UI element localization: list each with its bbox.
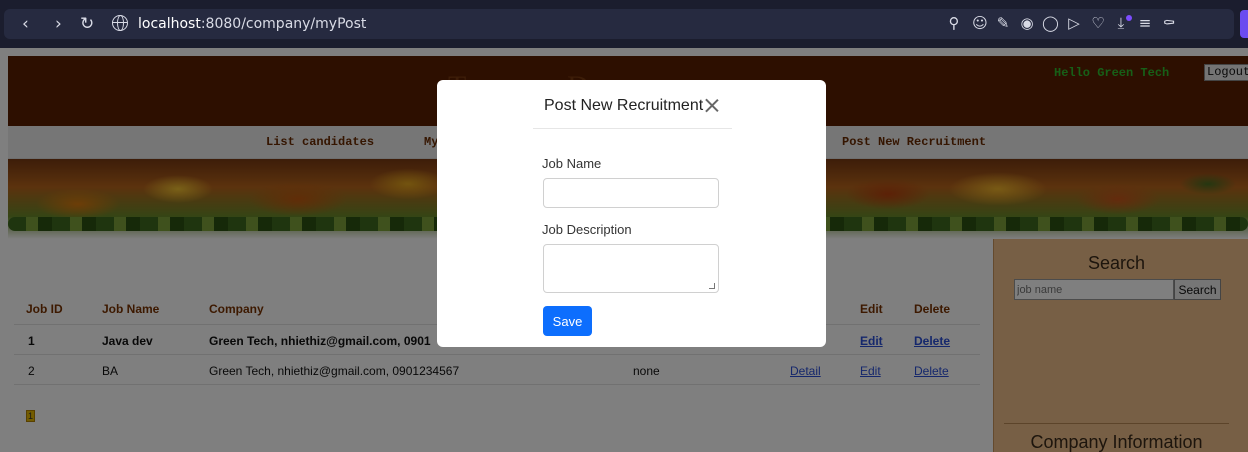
job-description-label: Job Description xyxy=(542,222,632,237)
job-name-input[interactable] xyxy=(543,178,719,208)
close-icon[interactable] xyxy=(704,97,720,113)
modal-divider xyxy=(533,128,732,129)
emoji-icon[interactable]: ☺ xyxy=(972,15,988,31)
menu-icon[interactable]: ≡ xyxy=(1137,15,1153,31)
back-icon[interactable]: ‹ xyxy=(22,14,29,34)
url-text[interactable]: localhost:8080/company/myPost xyxy=(138,16,366,32)
search-icon[interactable]: ⚲ xyxy=(946,15,962,31)
extension-icon[interactable] xyxy=(1240,10,1248,38)
notification-dot-icon xyxy=(1126,15,1132,21)
shield-icon[interactable]: ◯ xyxy=(1042,15,1059,31)
reload-icon[interactable]: ↻ xyxy=(80,14,94,34)
url-host: localhost xyxy=(138,16,201,32)
edit-icon[interactable]: ✎ xyxy=(995,15,1011,31)
job-name-label: Job Name xyxy=(542,156,602,171)
forward-icon[interactable]: › xyxy=(55,14,62,34)
play-icon[interactable]: ▷ xyxy=(1066,15,1082,31)
heart-icon[interactable]: ♡ xyxy=(1090,15,1106,31)
modal-title: Post New Recruitment xyxy=(544,97,704,114)
profile-icon[interactable]: ⚰ xyxy=(1161,15,1177,31)
url-path: :8080/company/myPost xyxy=(200,16,367,32)
resize-handle-icon[interactable] xyxy=(709,283,715,289)
browser-toolbar: ‹ › ↻ localhost:8080/company/myPost ⚲ ☺ … xyxy=(0,0,1248,48)
save-button[interactable]: Save xyxy=(543,306,592,336)
camera-icon[interactable]: ◉ xyxy=(1019,15,1035,31)
job-description-textarea[interactable] xyxy=(543,244,719,293)
site-info-icon[interactable] xyxy=(112,15,128,31)
post-recruitment-modal: Post New Recruitment Job Name Job Descri… xyxy=(437,80,826,347)
